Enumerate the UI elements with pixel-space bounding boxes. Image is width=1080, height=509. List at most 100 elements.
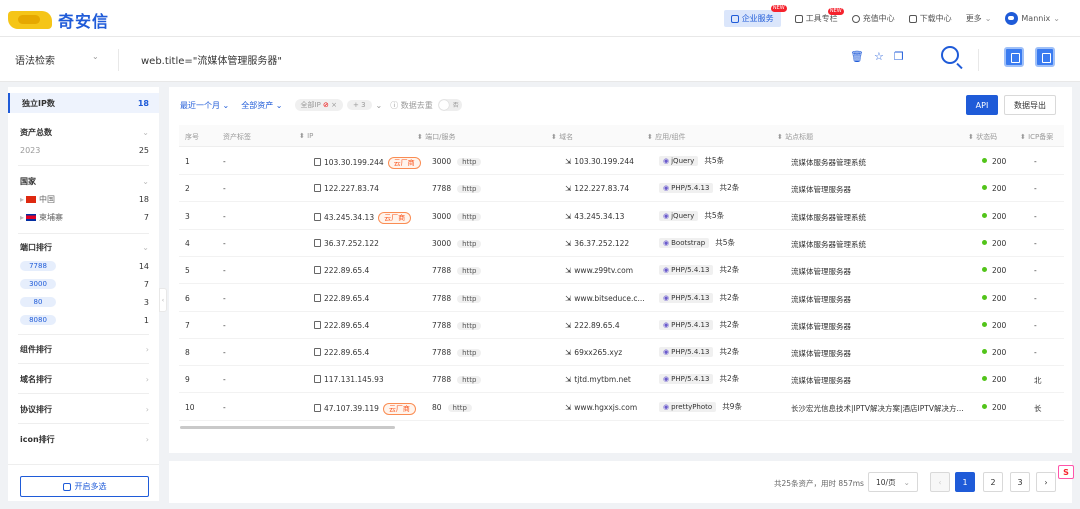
- table-row[interactable]: 9 - 117.131.145.93 7788 http ⇲ tjtd.mytbm.net ◉…: [179, 366, 1064, 394]
- page-button[interactable]: 3: [1010, 472, 1030, 492]
- prev-page-button[interactable]: ‹: [930, 472, 950, 492]
- port-value[interactable]: 7788: [432, 294, 451, 303]
- domain-link[interactable]: 36.37.252.122: [574, 239, 629, 248]
- ip-link[interactable]: 36.37.252.122: [324, 239, 379, 248]
- document-icon[interactable]: [314, 238, 321, 247]
- component-count[interactable]: 共2条: [719, 293, 739, 302]
- multi-select-button[interactable]: 开启多选: [20, 476, 149, 497]
- ip-link[interactable]: 103.30.199.244: [324, 158, 384, 167]
- next-page-button[interactable]: ›: [1036, 472, 1056, 492]
- component-tag[interactable]: ◉ PHP/5.4.13: [659, 347, 714, 358]
- component-tag[interactable]: ◉ PHP/5.4.13: [659, 319, 714, 330]
- port-item[interactable]: 7788 14: [8, 259, 159, 273]
- domain-link[interactable]: tjtd.mytbm.net: [574, 375, 631, 384]
- column-header[interactable]: ⬍ 域名: [551, 132, 573, 142]
- ip-link[interactable]: 222.89.65.4: [324, 294, 369, 303]
- column-header[interactable]: 序号: [185, 132, 199, 142]
- ip-link[interactable]: 222.89.65.4: [324, 266, 369, 275]
- document-icon[interactable]: [314, 348, 321, 357]
- document-icon[interactable]: [314, 266, 321, 275]
- component-tag[interactable]: ◉ prettyPhoto: [659, 401, 717, 412]
- port-value[interactable]: 7788: [432, 375, 451, 384]
- domain-link[interactable]: 43.245.34.13: [574, 212, 624, 221]
- external-link-icon[interactable]: ⇲: [565, 375, 571, 384]
- dedup-toggle[interactable]: 否: [437, 99, 462, 111]
- external-link-icon[interactable]: ⇲: [565, 212, 571, 221]
- component-count[interactable]: 共5条: [704, 156, 724, 165]
- port-item[interactable]: 3000 7: [8, 277, 159, 291]
- document-icon[interactable]: [314, 375, 321, 384]
- ip-link[interactable]: 122.227.83.74: [324, 184, 379, 193]
- note-button-icon[interactable]: [1035, 47, 1055, 67]
- sidebar-item-port-rank[interactable]: 端口排行 ⌄: [8, 240, 159, 254]
- page-button[interactable]: 2: [983, 472, 1003, 492]
- component-count[interactable]: 共2条: [719, 183, 739, 192]
- trash-icon[interactable]: 🗑: [850, 50, 864, 63]
- nav-recharge[interactable]: 充值中心: [851, 13, 895, 24]
- external-link-icon[interactable]: ⇲: [565, 266, 571, 275]
- column-header[interactable]: ⬍ 应用/组件: [647, 132, 685, 142]
- search-input[interactable]: web.title="流媒体管理服务器": [141, 52, 282, 67]
- sidebar-item-country[interactable]: 国家 ⌄: [8, 174, 159, 188]
- component-tag[interactable]: ◉ PHP/5.4.13: [659, 292, 714, 303]
- column-header[interactable]: 资产标签: [223, 132, 251, 142]
- page-button[interactable]: 1: [955, 472, 975, 492]
- domain-link[interactable]: 69xx265.xyz: [574, 348, 622, 357]
- column-header[interactable]: ⬍ 状态码: [968, 132, 997, 142]
- table-row[interactable]: 10 - 47.107.39.119 云厂商 80 http ⇲ www.hgxxjs.com…: [179, 394, 1064, 421]
- component-tag[interactable]: ◉ PHP/5.4.13: [659, 374, 714, 385]
- table-row[interactable]: 1-103.30.199.244 云厂商 3000 http ⇲ 103.30.199.2…: [179, 148, 1064, 175]
- component-count[interactable]: 共2条: [719, 347, 739, 356]
- sidebar-collapse-toggle[interactable]: ‹: [159, 288, 167, 312]
- sidebar-item-unique-ip[interactable]: 独立IP数 18: [8, 93, 159, 113]
- nav-download[interactable]: 下载中心: [908, 13, 952, 24]
- nav-enterprise[interactable]: 企业服务 NEW: [723, 5, 787, 27]
- component-tag[interactable]: ◉ PHP/5.4.13: [659, 265, 714, 276]
- component-count[interactable]: 共9条: [722, 402, 742, 411]
- ip-link[interactable]: 43.245.34.13: [324, 213, 374, 222]
- country-item-china[interactable]: ▸ 中国 18: [8, 192, 159, 206]
- copy-icon[interactable]: ❐: [894, 50, 904, 63]
- column-header[interactable]: ⬍ 端口/服务: [417, 132, 455, 142]
- domain-link[interactable]: 122.227.83.74: [574, 184, 629, 193]
- syntax-select[interactable]: 语法检索: [15, 52, 55, 67]
- search-icon[interactable]: [941, 46, 959, 64]
- ip-link[interactable]: 222.89.65.4: [324, 348, 369, 357]
- port-item[interactable]: 80 3: [8, 295, 159, 309]
- column-header[interactable]: ⬍ 站点标题: [777, 132, 813, 142]
- port-value[interactable]: 3000: [432, 239, 451, 248]
- table-row[interactable]: 3-43.245.34.13 云厂商 3000 http ⇲ 43.245.34.13 ◉ j…: [179, 203, 1064, 230]
- port-value[interactable]: 80: [432, 403, 442, 412]
- side-float-icon[interactable]: S: [1058, 465, 1074, 479]
- document-icon[interactable]: [314, 184, 321, 193]
- template-button-icon[interactable]: [1004, 47, 1024, 67]
- table-row[interactable]: 5 - 222.89.65.4 7788 http ⇲ www.z99tv.com ◉ PHP/…: [179, 257, 1064, 285]
- component-count[interactable]: 共5条: [704, 211, 724, 220]
- port-value[interactable]: 7788: [432, 266, 451, 275]
- table-row[interactable]: 7-222.89.65.4 7788 http ⇲ 222.89.65.4 ◉ PHP/5.…: [179, 312, 1064, 339]
- table-row[interactable]: 6 - 222.89.65.4 7788 http ⇲ www.bitseduce.c...…: [179, 285, 1064, 312]
- port-value[interactable]: 3000: [432, 157, 451, 166]
- ip-link[interactable]: 222.89.65.4: [324, 321, 369, 330]
- component-count[interactable]: 共5条: [715, 238, 735, 247]
- country-item-cambodia[interactable]: ▸ 柬埔寨 7: [8, 210, 159, 224]
- table-row[interactable]: 2-122.227.83.74 7788 http ⇲ 122.227.83.74 ◉ PH…: [179, 175, 1064, 203]
- sidebar-assets-year[interactable]: 2023 25: [8, 143, 159, 157]
- external-link-icon[interactable]: ⇲: [565, 321, 571, 330]
- nav-more[interactable]: 更多 ⌄: [966, 13, 992, 24]
- export-button[interactable]: 数据导出: [1004, 95, 1056, 115]
- component-count[interactable]: 共2条: [719, 374, 739, 383]
- domain-link[interactable]: 103.30.199.244: [574, 157, 634, 166]
- horizontal-scrollbar[interactable]: [180, 426, 395, 429]
- filter-tag-extra[interactable]: + 3: [347, 100, 372, 110]
- external-link-icon[interactable]: ⇲: [565, 294, 571, 303]
- filter-tag[interactable]: 全部IP ⊘ ×: [294, 99, 343, 111]
- external-link-icon[interactable]: ⇲: [565, 184, 571, 193]
- star-icon[interactable]: ☆: [874, 50, 884, 63]
- external-link-icon[interactable]: ⇲: [565, 239, 571, 248]
- ip-link[interactable]: 47.107.39.119: [324, 404, 379, 413]
- column-header[interactable]: ⬍ ICP备案: [1020, 132, 1053, 142]
- component-tag[interactable]: ◉ Bootstrap: [659, 237, 710, 248]
- domain-link[interactable]: www.z99tv.com: [574, 266, 633, 275]
- domain-link[interactable]: www.bitseduce.c...: [574, 294, 644, 303]
